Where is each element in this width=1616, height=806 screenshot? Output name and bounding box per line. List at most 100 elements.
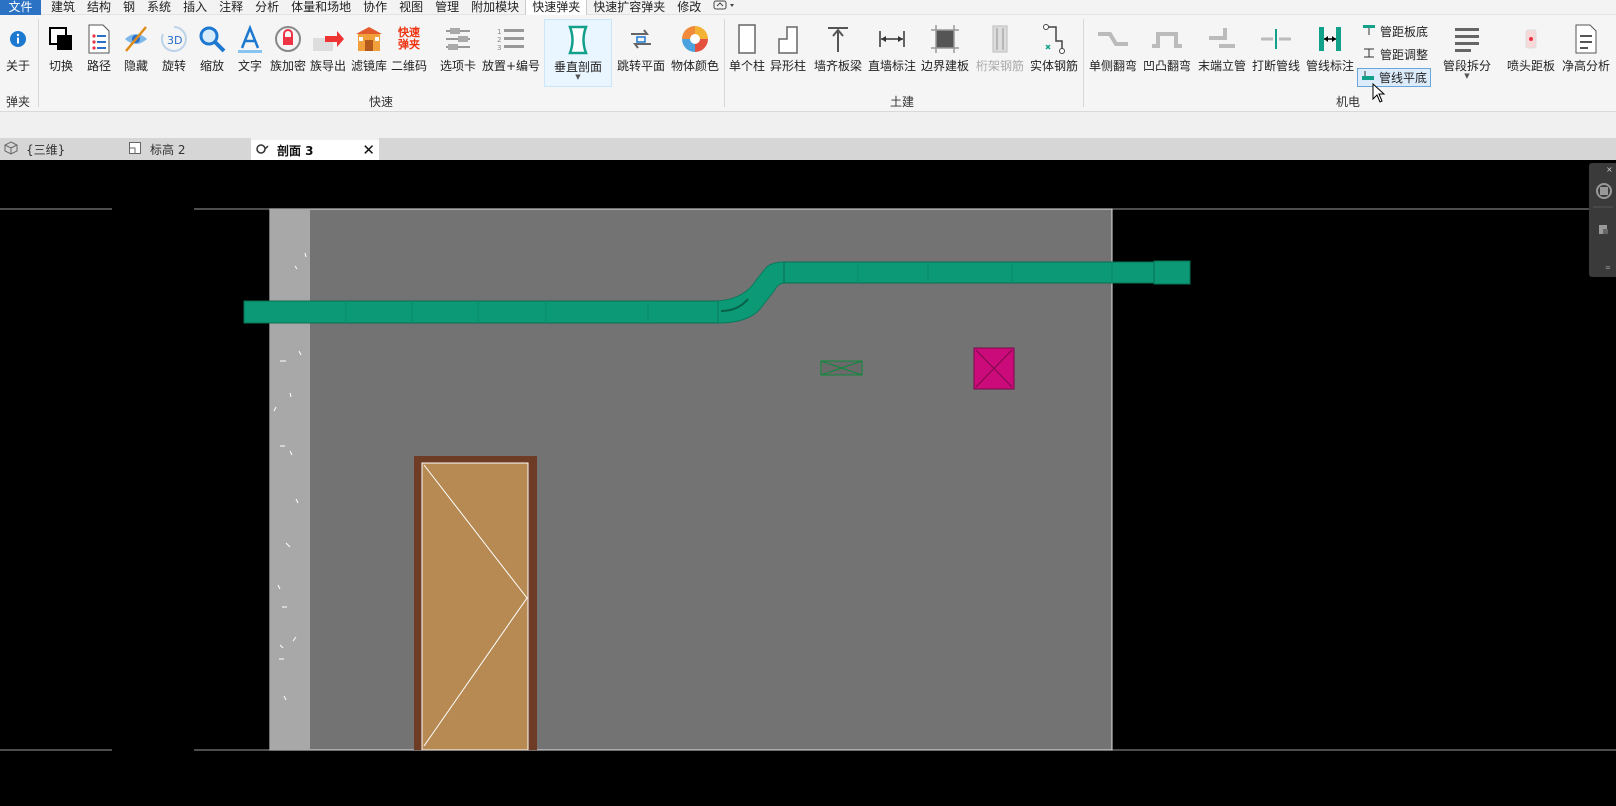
- single-bend-button[interactable]: 单侧翻弯: [1086, 19, 1140, 87]
- section-drawing: [0, 208, 1616, 751]
- zoom-button[interactable]: 缩放: [194, 19, 230, 87]
- menu-file[interactable]: 文件: [0, 0, 41, 15]
- group-label-civil: 土建: [890, 95, 915, 109]
- export-icon: [310, 19, 346, 59]
- switch-button[interactable]: 切换: [43, 19, 79, 87]
- group-label-quick: 快速: [369, 95, 394, 109]
- segment-split-button[interactable]: 管段拆分 ▼: [1441, 19, 1493, 87]
- filter-library-button[interactable]: 滤镜库: [349, 19, 389, 87]
- color-wheel-icon: [677, 19, 713, 59]
- place-number-button[interactable]: 123 放置+编号: [481, 19, 541, 87]
- truss-rebar-button[interactable]: 桁架钢筋: [973, 19, 1027, 87]
- segment-split-icon: [1449, 19, 1485, 59]
- object-color-button[interactable]: 物体颜色: [669, 19, 721, 87]
- hide-icon: [118, 19, 154, 59]
- ribbon-display-toggle-icon[interactable]: [707, 0, 743, 15]
- svg-text:2: 2: [497, 36, 501, 44]
- view-tabs: {三维} 标高 2 剖面 3 ✕: [0, 138, 1616, 160]
- wall-finish-layer[interactable]: [270, 209, 310, 750]
- menu-addins[interactable]: 附加模块: [465, 0, 525, 15]
- group-label-mep: 机电: [1336, 95, 1361, 109]
- pipe-slab-bottom-icon: [1362, 24, 1376, 39]
- info-icon: [0, 19, 36, 59]
- door-section[interactable]: [414, 456, 537, 751]
- menu-structure[interactable]: 结构: [81, 0, 117, 15]
- rotate-3d-icon: 3D: [156, 19, 192, 59]
- pipe-spacing-adjust-button[interactable]: 管距调整: [1359, 45, 1431, 64]
- qrcode-button[interactable]: 快速 弹夹 二维码: [389, 19, 429, 87]
- menu-quick-expand-clip[interactable]: 快速扩容弹夹: [587, 0, 671, 15]
- menu-steel[interactable]: 钢: [117, 0, 141, 15]
- rotate-button[interactable]: 3D 旋转: [156, 19, 192, 87]
- about-button[interactable]: 关于: [2, 19, 34, 87]
- tab-section-3[interactable]: 剖面 3 ✕: [251, 138, 379, 160]
- clear-height-button[interactable]: 净高分析: [1558, 19, 1614, 87]
- menu-systems[interactable]: 系统: [141, 0, 177, 15]
- menu-architecture[interactable]: 建筑: [45, 0, 81, 15]
- text-button[interactable]: 文字: [232, 19, 268, 87]
- convex-bend-icon: [1149, 19, 1185, 59]
- vertical-section-button[interactable]: 垂直剖面 ▼: [544, 19, 612, 87]
- magenta-equipment-box[interactable]: [973, 347, 1015, 390]
- switch-icon: [43, 19, 79, 59]
- pipe-flat-bottom-button[interactable]: 管线平底: [1357, 68, 1432, 87]
- steering-wheel-icon[interactable]: × =: [1589, 163, 1616, 277]
- document-list-icon: [81, 19, 117, 59]
- tab-3d-view[interactable]: {三维}: [0, 138, 124, 160]
- section-view-canvas[interactable]: × =: [0, 161, 1616, 806]
- family-encrypt-button[interactable]: 族加密: [268, 19, 308, 87]
- jump-plane-icon: [623, 19, 659, 59]
- boundary-slab-icon: [927, 19, 963, 59]
- menu-quick-clip[interactable]: 快速弹夹: [525, 0, 588, 15]
- sprinkler-slab-button[interactable]: 喷头距板: [1504, 19, 1558, 87]
- group-label-clip: 弹夹: [6, 95, 31, 109]
- wall-align-button[interactable]: 墙齐板梁: [811, 19, 865, 87]
- break-pipe-button[interactable]: 打断管线: [1249, 19, 1303, 87]
- menu-analyze[interactable]: 分析: [249, 0, 285, 15]
- sliders-icon: [440, 19, 476, 59]
- menu-annotate[interactable]: 注释: [213, 0, 249, 15]
- hide-button[interactable]: 隐藏: [118, 19, 154, 87]
- numbered-list-icon: 123: [493, 19, 529, 59]
- convex-bend-button[interactable]: 凹凸翻弯: [1140, 19, 1194, 87]
- navigation-bar[interactable]: × =: [1589, 163, 1616, 277]
- section-icon: [560, 20, 596, 60]
- svg-text:1: 1: [497, 28, 501, 36]
- single-column-button[interactable]: 单个柱: [727, 19, 767, 87]
- menu-modify[interactable]: 修改: [671, 0, 707, 15]
- group-divider: [38, 19, 39, 107]
- menu-massing-site[interactable]: 体量和场地: [285, 0, 357, 15]
- special-column-button[interactable]: 异形柱: [768, 19, 808, 87]
- family-export-button[interactable]: 族导出: [308, 19, 348, 87]
- single-bend-icon: [1095, 19, 1131, 59]
- wall-section[interactable]: [269, 208, 1113, 751]
- section-view-icon: [255, 142, 269, 159]
- straight-wall-dimension-button[interactable]: 直墙标注: [865, 19, 919, 87]
- path-button[interactable]: 路径: [81, 19, 117, 87]
- menu-view[interactable]: 视图: [393, 0, 429, 15]
- mouse-cursor-icon: [1372, 83, 1386, 103]
- jump-plane-button[interactable]: 跳转平面: [614, 19, 668, 87]
- text-a-icon: [232, 19, 268, 59]
- break-pipe-icon: [1258, 19, 1294, 59]
- menu-insert[interactable]: 插入: [177, 0, 213, 15]
- end-riser-icon: [1204, 19, 1240, 59]
- boundary-slab-button[interactable]: 边界建板: [918, 19, 972, 87]
- solid-rebar-button[interactable]: 实体钢筋: [1027, 19, 1081, 87]
- menu-manage[interactable]: 管理: [429, 0, 465, 15]
- align-top-icon: [820, 19, 856, 59]
- pipe-spacing-icon: [1362, 47, 1376, 62]
- tab-level-2[interactable]: 标高 2: [124, 138, 250, 160]
- pipe-slab-bottom-button[interactable]: 管距板底: [1359, 22, 1431, 41]
- option-card-button[interactable]: 选项卡: [438, 19, 478, 87]
- menu-collaborate[interactable]: 协作: [357, 0, 393, 15]
- end-riser-button[interactable]: 末端立管: [1195, 19, 1249, 87]
- 3d-view-icon: [4, 140, 18, 158]
- close-tab-icon[interactable]: ✕: [362, 141, 375, 159]
- pipe-label-button[interactable]: 管线标注: [1303, 19, 1357, 87]
- small-equipment-outline[interactable]: [820, 360, 863, 376]
- dropdown-arrow-icon: ▼: [1464, 72, 1470, 80]
- svg-text:3: 3: [497, 44, 501, 52]
- group-divider: [724, 19, 725, 107]
- revit-window: 文件 建筑 结构 钢 系统 插入 注释 分析 体量和场地 协作 视图 管理 附加…: [0, 0, 1616, 806]
